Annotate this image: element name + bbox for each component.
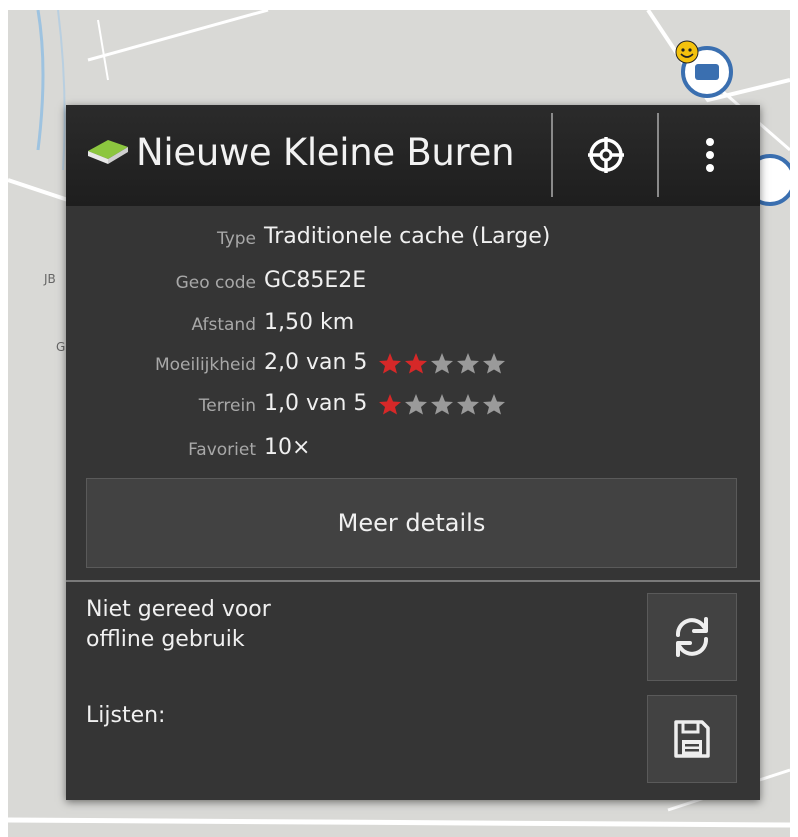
info-value: Traditionele cache (Large) [264, 224, 550, 249]
star-empty-icon [483, 393, 506, 414]
star-filled-icon [379, 393, 402, 414]
more-details-button[interactable]: Meer details [86, 478, 737, 568]
distance-value: 1,50 km [264, 310, 355, 335]
favorite-value: 10× [264, 435, 311, 460]
section-divider [66, 580, 760, 582]
info-row-difficulty: Moeilijkheid 2,0 van 5 [66, 350, 760, 382]
star-empty-icon [457, 352, 480, 373]
terrain-stars [377, 393, 507, 415]
info-label: Favoriet [188, 440, 256, 460]
difficulty-stars [377, 352, 507, 374]
popup-titlebar: Nieuwe Kleine Buren [66, 105, 760, 206]
save-button[interactable] [647, 695, 737, 783]
info-row-type: Type Traditionele cache (Large) [66, 224, 760, 256]
info-value: 1,0 van 5 [264, 391, 507, 416]
more-vertical-icon [705, 138, 714, 172]
info-value: GC85E2E [264, 268, 366, 293]
info-label: Type [216, 229, 256, 249]
green-cache-icon [88, 140, 128, 164]
info-row-favorite: Favoriet 10× [66, 435, 760, 467]
info-row-terrain: Terrein 1,0 van 5 [66, 391, 760, 423]
info-row-distance: Afstand 1,50 km [66, 310, 760, 342]
offline-status-text: Niet gereed voor offline gebruik [86, 597, 271, 652]
star-empty-icon [483, 352, 506, 373]
target-button[interactable] [554, 115, 658, 195]
info-label: Moeilijkheid [154, 355, 256, 375]
cache-popup: Nieuwe Kleine Buren Type Traditionele ca… [66, 105, 760, 800]
star-empty-icon [431, 352, 454, 373]
difficulty-value: 2,0 van 5 [264, 350, 368, 375]
cache-title: Nieuwe Kleine Buren [136, 131, 515, 174]
star-filled-icon [405, 352, 428, 373]
info-value: 1,50 km [264, 310, 354, 335]
save-floppy-icon [674, 720, 710, 758]
star-empty-icon [405, 393, 428, 414]
target-icon [588, 137, 624, 173]
info-row-geocode: Geo code GC85E2E [66, 268, 760, 300]
star-empty-icon [431, 393, 454, 414]
refresh-button[interactable] [647, 593, 737, 681]
refresh-icon [676, 617, 708, 657]
geocode-value: GC85E2E [264, 268, 367, 293]
map-label: G [56, 340, 66, 354]
star-empty-icon [457, 393, 480, 414]
overflow-menu-button[interactable] [659, 115, 760, 195]
terrain-value: 1,0 van 5 [264, 391, 368, 416]
map-label: JB [44, 272, 56, 286]
info-label: Terrein [198, 396, 256, 416]
star-filled-icon [379, 352, 402, 373]
lists-label: Lijsten: [86, 703, 166, 728]
info-label: Geo code [175, 273, 256, 293]
title-separator [551, 113, 553, 197]
info-value: 10× [264, 435, 310, 460]
info-value: 2,0 van 5 [264, 350, 507, 375]
type-value: Traditionele cache (Large) [264, 224, 551, 249]
info-label: Afstand [191, 315, 256, 335]
